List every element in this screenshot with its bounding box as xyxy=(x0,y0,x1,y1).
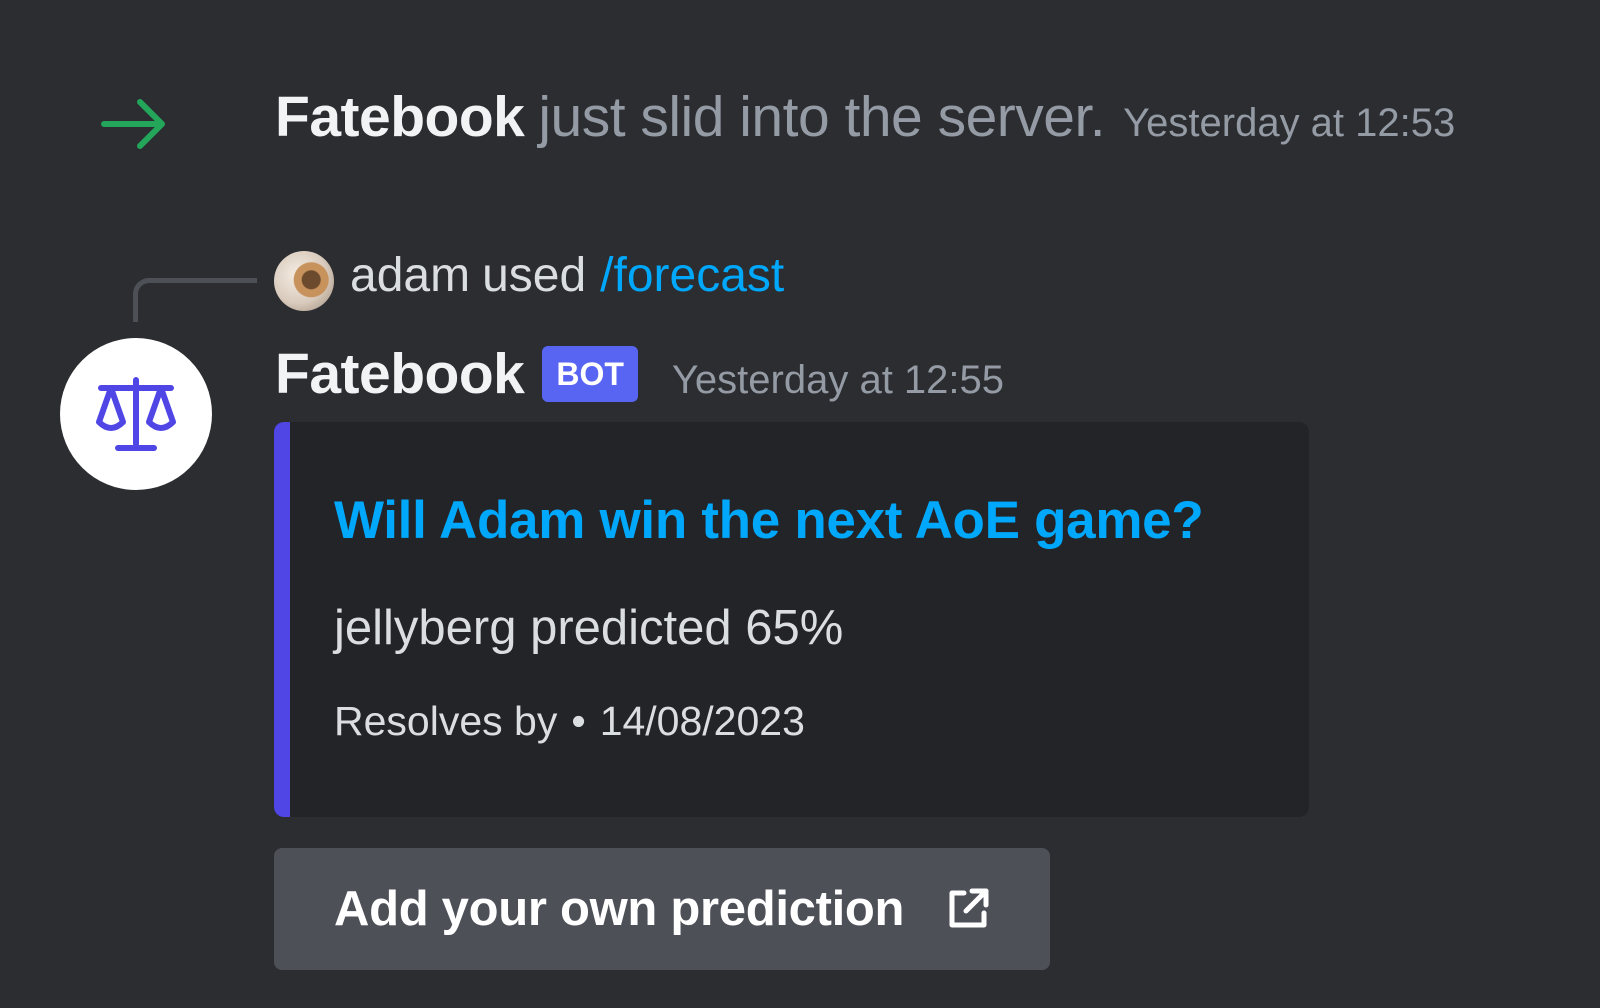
command-name[interactable]: /forecast xyxy=(600,248,784,303)
user-avatar[interactable] xyxy=(274,251,334,311)
message-header: Fatebook BOT Yesterday at 12:55 xyxy=(275,336,1004,412)
join-username[interactable]: Fatebook xyxy=(275,84,525,150)
footer-separator: • xyxy=(571,698,586,744)
embed-description: jellyberg predicted 65% xyxy=(334,601,844,655)
command-reference: adam used /forecast xyxy=(350,248,784,312)
embed-card: Will Adam win the next AoE game? jellybe… xyxy=(274,422,1309,817)
bot-avatar[interactable] xyxy=(60,338,212,490)
bot-badge: BOT xyxy=(542,346,638,402)
add-prediction-button[interactable]: Add your own prediction xyxy=(274,848,1050,970)
join-message: Fatebook just slid into the server. Yest… xyxy=(275,84,1455,154)
command-username[interactable]: adam xyxy=(350,248,470,303)
arrow-right-icon xyxy=(101,99,165,149)
join-text: just slid into the server. xyxy=(538,85,1106,149)
external-link-icon xyxy=(949,888,989,928)
embed-title[interactable]: Will Adam win the next AoE game? xyxy=(334,490,1204,551)
add-prediction-label: Add your own prediction xyxy=(334,882,905,936)
author-name[interactable]: Fatebook xyxy=(275,341,525,407)
embed-footer: Resolves by • 14/08/2023 xyxy=(334,698,805,745)
footer-label: Resolves by xyxy=(334,698,558,744)
footer-date: 14/08/2023 xyxy=(599,698,805,744)
command-used-text: used xyxy=(482,249,587,302)
message-timestamp: Yesterday at 12:55 xyxy=(671,357,1005,402)
join-timestamp: Yesterday at 12:53 xyxy=(1123,101,1456,145)
embed-accent-bar xyxy=(274,422,290,817)
scales-icon xyxy=(96,377,176,451)
reply-spine xyxy=(133,278,257,322)
